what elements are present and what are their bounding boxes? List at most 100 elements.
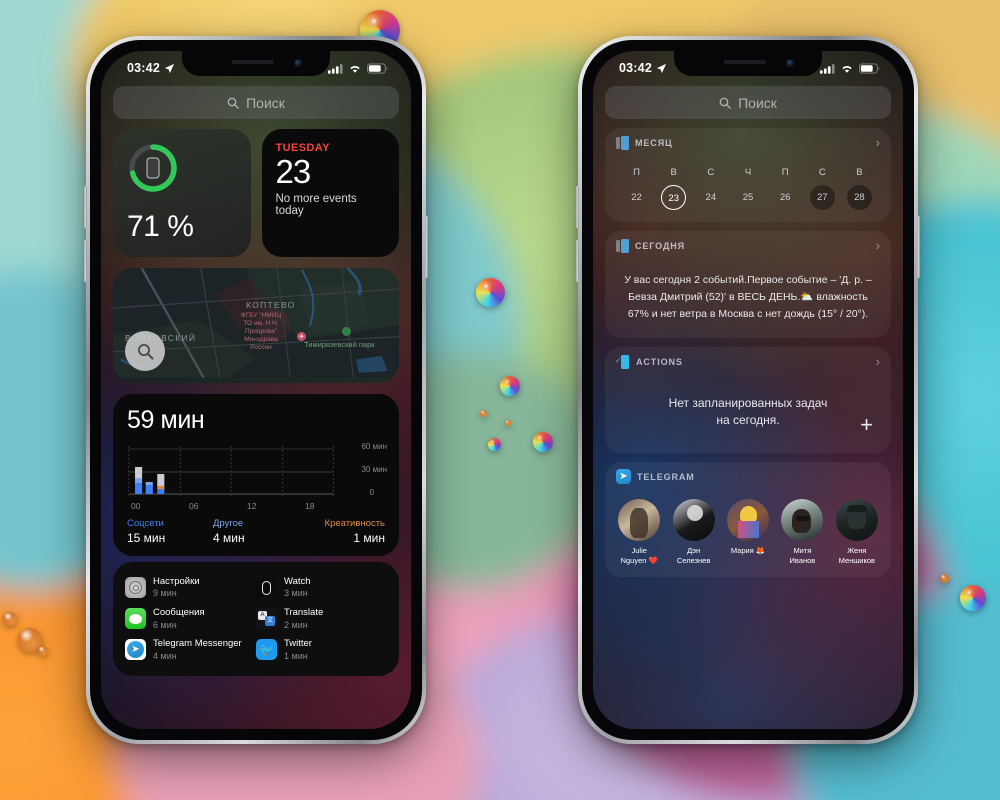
app-time: 4 мин <box>153 650 177 661</box>
actions-widget-title: ACTIONS <box>636 356 683 367</box>
screen-time-widget[interactable]: 59 мин 60 мин 30 мин 0 00 06 12 18 Соцсе… <box>113 394 399 556</box>
chart-ytick-30: 30 мин <box>361 465 387 474</box>
date-cell[interactable]: 22 <box>618 185 655 210</box>
list-item[interactable]: Сообщения 6 мин <box>125 603 256 634</box>
weekday-cell: С <box>804 164 841 185</box>
checklist-icon <box>615 354 630 369</box>
calendar-widget[interactable]: TUESDAY 23 No more events today <box>261 129 399 257</box>
contact-name: Мария 🦊 <box>731 546 765 556</box>
search-field[interactable]: Поиск <box>605 86 891 119</box>
category-other: Другое 4 мин <box>213 518 299 545</box>
list-item[interactable]: Настройки 9 мин <box>125 572 256 603</box>
park-pin-icon: 🌲 <box>342 327 351 336</box>
search-placeholder: Поиск <box>738 94 777 111</box>
list-item[interactable]: Дэн Селезнев <box>666 499 720 566</box>
weekday-label: Ч <box>744 167 752 178</box>
contact-name-line1: Митя <box>793 546 812 556</box>
today-view-right: Поиск МЕСЯЦ › П В С Ч П С В 22 23 24 25 … <box>593 81 903 729</box>
search-field[interactable]: Поиск <box>113 86 399 119</box>
volume-button[interactable] <box>84 240 87 282</box>
battery-percent: 71 % <box>127 210 194 243</box>
volume-button[interactable] <box>576 240 579 282</box>
bubble <box>3 612 17 626</box>
chevron-right-icon[interactable]: › <box>876 238 880 253</box>
contact-name: Julie Nguyen ❤️ <box>621 546 658 566</box>
power-button[interactable] <box>917 216 920 278</box>
category-name: Другое <box>213 518 244 529</box>
actions-widget[interactable]: ACTIONS › Нет запланированных задач на с… <box>605 347 891 454</box>
add-task-button[interactable]: + <box>860 414 873 436</box>
today-widget-header[interactable]: СЕГОДНЯ › <box>605 231 891 259</box>
cellular-bars-icon <box>820 63 835 74</box>
month-widget[interactable]: МЕСЯЦ › П В С Ч П С В 22 23 24 25 26 27 … <box>605 128 891 222</box>
actions-widget-header[interactable]: ACTIONS › <box>605 347 891 375</box>
search-placeholder: Поиск <box>246 94 285 111</box>
battery-ring <box>127 142 179 194</box>
volume-button[interactable] <box>576 186 579 228</box>
battery-icon <box>859 63 880 73</box>
category-creativity: Креативность 1 мин <box>299 518 385 545</box>
list-item[interactable]: Мария 🦊 <box>721 499 775 566</box>
left-phone-screen[interactable]: 03:42 Поиск 71 % TUESDAY 23 No more even… <box>101 51 411 729</box>
weekday-cell: П <box>767 164 804 185</box>
category-name: Соцсети <box>127 518 164 529</box>
month-widget-title: МЕСЯЦ <box>635 137 673 148</box>
today-widget[interactable]: СЕГОДНЯ › У вас сегодня 2 событий.Первое… <box>605 231 891 338</box>
weekday-cell: Ч <box>729 164 766 185</box>
app-time: 9 мин <box>153 588 177 599</box>
avatar[interactable] <box>781 499 824 542</box>
right-phone-screen[interactable]: 03:42 Поиск МЕСЯЦ › П В С Ч П С В 22 23 … <box>593 51 903 729</box>
search-icon <box>137 343 153 359</box>
avatar[interactable] <box>727 499 770 542</box>
list-item[interactable]: Watch 3 мин <box>256 572 387 603</box>
bubble <box>960 585 986 611</box>
date-label: 28 <box>846 185 872 210</box>
date-label-today: 23 <box>661 185 687 210</box>
app-time: 3 мин <box>284 588 308 599</box>
list-item[interactable]: ➤ Telegram Messenger 4 мин <box>125 634 256 665</box>
app-usage-list[interactable]: Настройки 9 мин Watch 3 мин Сообщения 6 … <box>113 562 399 676</box>
chart-xtick-06: 06 <box>189 501 199 511</box>
list-item[interactable]: Женя Меншиков <box>830 499 884 566</box>
month-widget-header[interactable]: МЕСЯЦ › <box>605 128 891 156</box>
avatar[interactable] <box>618 499 661 542</box>
right-phone-device: 03:42 Поиск МЕСЯЦ › П В С Ч П С В 22 23 … <box>576 36 920 744</box>
battery-widget[interactable]: 71 % <box>113 129 251 257</box>
screen-time-chart: 60 мин 30 мин 0 00 06 12 18 <box>127 441 387 511</box>
chevron-right-icon[interactable]: › <box>876 354 880 369</box>
telegram-widget-body: Julie Nguyen ❤️ Дэн Селезнев Мария 🦊 Мит… <box>605 490 891 578</box>
date-label: 25 <box>742 192 754 203</box>
weekday-row: П В С Ч П С В <box>618 164 878 185</box>
date-label: 22 <box>631 192 642 203</box>
date-label: 27 <box>809 185 835 210</box>
month-widget-body: П В С Ч П С В 22 23 24 25 26 27 28 <box>605 156 891 222</box>
telegram-widget[interactable]: ➤ TELEGRAM Julie Nguyen ❤️ Дэн Селезнев … <box>605 462 891 578</box>
contact-name-line1: Мария 🦊 <box>730 546 766 556</box>
notch <box>182 51 330 76</box>
maps-widget[interactable]: КОПТЕВО ВОЙКОВСКИЙ ФГБУ "НМИЦ ТО им. Н.Н… <box>113 268 399 383</box>
bubble <box>505 420 511 426</box>
list-item[interactable]: A 文 Translate 2 мин <box>256 603 387 634</box>
list-item[interactable]: Митя Иванов <box>775 499 829 566</box>
date-cell[interactable]: 25 <box>729 185 766 210</box>
list-item[interactable]: Julie Nguyen ❤️ <box>612 499 666 566</box>
date-cell[interactable]: 23 <box>655 185 692 210</box>
map-search-button[interactable] <box>125 331 165 371</box>
settings-icon <box>125 577 146 599</box>
chevron-right-icon[interactable]: › <box>876 135 880 150</box>
power-button[interactable] <box>425 216 428 278</box>
date-cell[interactable]: 24 <box>692 185 729 210</box>
contact-name: Дэн Селезнев <box>677 546 710 566</box>
list-item[interactable]: 🐦 Twitter 1 мин <box>256 634 387 665</box>
contact-name-line2: Иванов <box>789 556 816 566</box>
date-cell[interactable]: 27 <box>804 185 841 210</box>
date-cell[interactable]: 28 <box>841 185 878 210</box>
contact-name-line1: Julie <box>631 546 647 556</box>
bubble <box>480 410 487 417</box>
avatar[interactable] <box>672 499 715 542</box>
volume-button[interactable] <box>84 186 87 228</box>
date-cell[interactable]: 26 <box>767 185 804 210</box>
avatar[interactable] <box>835 499 878 542</box>
telegram-widget-header[interactable]: ➤ TELEGRAM <box>605 462 891 491</box>
today-widget-title: СЕГОДНЯ <box>635 240 686 251</box>
